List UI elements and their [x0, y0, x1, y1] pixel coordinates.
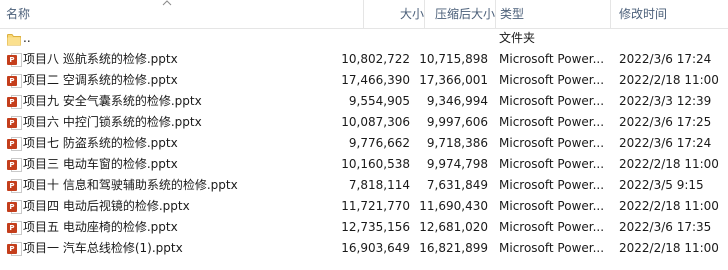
name-cell: P 项目八 巡航系统的检修.pptx — [0, 49, 362, 70]
file-name: 项目六 中控门锁系统的检修.pptx — [23, 115, 202, 129]
compressed-size-cell: 11,690,430 — [419, 199, 488, 213]
powerpoint-file-icon: P — [7, 241, 23, 257]
file-list-view: 名称 大小 压缩后大小 类型 修改时间 .. 文件夹 P 项目八 巡航系统的检修… — [0, 0, 728, 270]
type-cell: Microsoft Power... — [499, 52, 605, 66]
column-header-compressed-label: 压缩后大小 — [434, 7, 495, 21]
powerpoint-file-icon: P — [7, 157, 23, 173]
modified-cell: 2022/2/18 11:00 — [619, 73, 719, 87]
name-cell: P 项目三 电动车窗的检修.pptx — [0, 154, 362, 175]
column-header-modified[interactable]: 修改时间 — [611, 0, 728, 28]
file-name: 项目五 电动座椅的检修.pptx — [23, 220, 178, 234]
size-cell: 7,818,114 — [348, 178, 410, 192]
powerpoint-file-icon: P — [7, 115, 23, 131]
folder-icon — [7, 32, 21, 46]
column-header-modified-label: 修改时间 — [619, 7, 668, 21]
file-name: 项目二 空调系统的检修.pptx — [23, 73, 178, 87]
type-cell: Microsoft Power... — [499, 241, 605, 255]
powerpoint-file-icon: P — [7, 94, 23, 110]
name-cell: P 项目六 中控门锁系统的检修.pptx — [0, 112, 362, 133]
column-header-size-label: 大小 — [399, 7, 424, 21]
size-cell: 12,735,156 — [341, 220, 410, 234]
compressed-size-cell: 7,631,849 — [426, 178, 488, 192]
size-cell: 16,903,649 — [341, 241, 410, 255]
name-cell: P 项目二 空调系统的检修.pptx — [0, 70, 362, 91]
name-cell: P 项目十 信息和驾驶辅助系统的检修.pptx — [0, 175, 362, 196]
column-header-type[interactable]: 类型 — [496, 0, 610, 28]
compressed-size-cell: 9,346,994 — [426, 94, 488, 108]
file-row[interactable]: P 项目五 电动座椅的检修.pptx 12,735,156 12,681,020… — [0, 217, 728, 238]
type-cell: Microsoft Power... — [499, 73, 605, 87]
compressed-size-cell: 10,715,898 — [419, 52, 488, 66]
modified-cell: 2022/3/6 17:24 — [619, 52, 712, 66]
column-header-compressed-size[interactable]: 压缩后大小 — [425, 0, 495, 28]
size-cell: 11,721,770 — [341, 199, 410, 213]
powerpoint-file-icon: P — [7, 199, 23, 215]
file-name: .. — [23, 31, 31, 45]
file-row[interactable]: P 项目八 巡航系统的检修.pptx 10,802,722 10,715,898… — [0, 49, 728, 70]
name-cell: P 项目五 电动座椅的检修.pptx — [0, 217, 362, 238]
type-cell: Microsoft Power... — [499, 199, 605, 213]
powerpoint-file-icon: P — [7, 73, 23, 89]
modified-cell: 2022/2/18 11:00 — [619, 241, 719, 255]
type-cell: Microsoft Power... — [499, 178, 605, 192]
powerpoint-file-icon: P — [7, 178, 23, 194]
type-cell: 文件夹 — [499, 31, 536, 45]
compressed-size-cell: 9,974,798 — [426, 157, 488, 171]
powerpoint-file-icon: P — [7, 220, 23, 236]
column-header-bar: 名称 大小 压缩后大小 类型 修改时间 — [0, 0, 728, 29]
modified-cell: 2022/2/18 11:00 — [619, 199, 719, 213]
type-cell: Microsoft Power... — [499, 94, 605, 108]
type-cell: Microsoft Power... — [499, 115, 605, 129]
modified-cell: 2022/3/6 17:25 — [619, 115, 712, 129]
compressed-size-cell: 9,997,606 — [426, 115, 488, 129]
type-cell: Microsoft Power... — [499, 220, 605, 234]
file-row[interactable]: P 项目六 中控门锁系统的检修.pptx 10,087,306 9,997,60… — [0, 112, 728, 133]
powerpoint-file-icon: P — [7, 136, 23, 152]
size-cell: 9,776,662 — [348, 136, 410, 150]
file-name: 项目九 安全气囊系统的检修.pptx — [23, 94, 202, 108]
size-cell: 10,087,306 — [341, 115, 410, 129]
name-cell: P 项目四 电动后视镜的检修.pptx — [0, 196, 362, 217]
file-row[interactable]: P 项目一 汽车总线检修(1).pptx 16,903,649 16,821,8… — [0, 238, 728, 259]
modified-cell: 2022/3/5 9:15 — [619, 178, 704, 192]
file-row[interactable]: P 项目七 防盗系统的检修.pptx 9,776,662 9,718,386 M… — [0, 133, 728, 154]
modified-cell: 2022/2/18 11:00 — [619, 157, 719, 171]
column-header-size[interactable]: 大小 — [364, 0, 424, 28]
file-row[interactable]: P 项目三 电动车窗的检修.pptx 10,160,538 9,974,798 … — [0, 154, 728, 175]
parent-folder-row[interactable]: .. 文件夹 — [0, 28, 728, 49]
file-row[interactable]: P 项目十 信息和驾驶辅助系统的检修.pptx 7,818,114 7,631,… — [0, 175, 728, 196]
file-name: 项目一 汽车总线检修(1).pptx — [23, 241, 183, 255]
type-cell: Microsoft Power... — [499, 136, 605, 150]
file-name: 项目十 信息和驾驶辅助系统的检修.pptx — [23, 178, 238, 192]
file-name: 项目四 电动后视镜的检修.pptx — [23, 199, 190, 213]
file-row[interactable]: P 项目四 电动后视镜的检修.pptx 11,721,770 11,690,43… — [0, 196, 728, 217]
file-name: 项目七 防盗系统的检修.pptx — [23, 136, 178, 150]
modified-cell: 2022/3/6 17:24 — [619, 136, 712, 150]
size-cell: 17,466,390 — [341, 73, 410, 87]
size-cell: 10,160,538 — [341, 157, 410, 171]
compressed-size-cell: 12,681,020 — [419, 220, 488, 234]
compressed-size-cell: 17,366,001 — [419, 73, 488, 87]
name-cell: P 项目一 汽车总线检修(1).pptx — [0, 238, 362, 259]
compressed-size-cell: 9,718,386 — [426, 136, 488, 150]
size-cell: 9,554,905 — [348, 94, 410, 108]
file-rows: .. 文件夹 P 项目八 巡航系统的检修.pptx 10,802,722 10,… — [0, 28, 728, 259]
file-row[interactable]: P 项目九 安全气囊系统的检修.pptx 9,554,905 9,346,994… — [0, 91, 728, 112]
name-cell: P 项目七 防盗系统的检修.pptx — [0, 133, 362, 154]
file-name: 项目八 巡航系统的检修.pptx — [23, 52, 178, 66]
column-header-type-label: 类型 — [500, 7, 525, 21]
column-header-name-label: 名称 — [6, 7, 31, 21]
name-cell: P 项目九 安全气囊系统的检修.pptx — [0, 91, 362, 112]
powerpoint-file-icon: P — [7, 52, 23, 68]
modified-cell: 2022/3/3 12:39 — [619, 94, 712, 108]
column-header-name[interactable]: 名称 — [0, 0, 363, 28]
file-row[interactable]: P 项目二 空调系统的检修.pptx 17,466,390 17,366,001… — [0, 70, 728, 91]
type-cell: Microsoft Power... — [499, 157, 605, 171]
size-cell: 10,802,722 — [341, 52, 410, 66]
modified-cell: 2022/3/6 17:35 — [619, 220, 712, 234]
file-name: 项目三 电动车窗的检修.pptx — [23, 157, 178, 171]
compressed-size-cell: 16,821,899 — [419, 241, 488, 255]
name-cell: .. — [0, 28, 362, 49]
